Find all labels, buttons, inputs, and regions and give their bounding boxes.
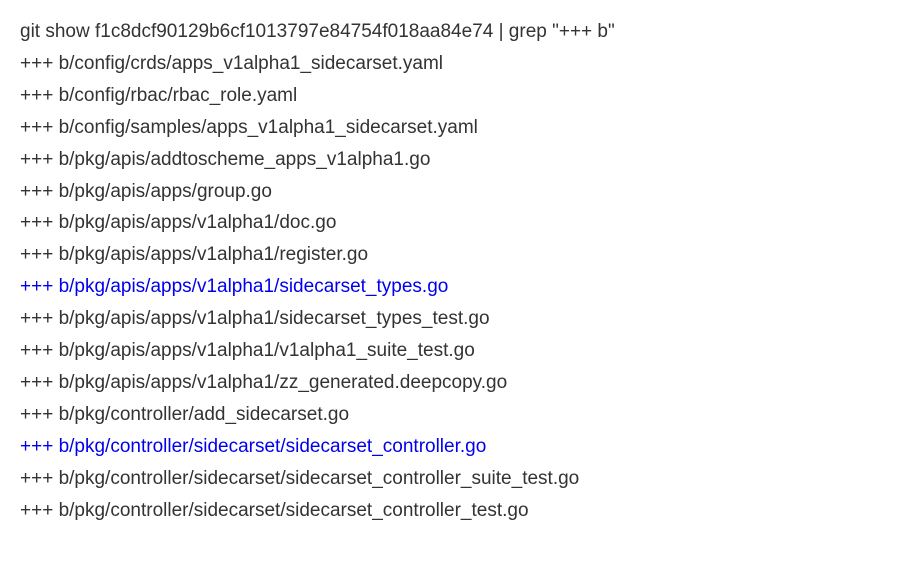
- output-line: +++ b/config/samples/apps_v1alpha1_sidec…: [20, 112, 883, 144]
- output-line: +++ b/pkg/apis/apps/group.go: [20, 176, 883, 208]
- output-line: +++ b/pkg/controller/add_sidecarset.go: [20, 399, 883, 431]
- output-line: +++ b/pkg/controller/sidecarset/sidecars…: [20, 463, 883, 495]
- output-line: +++ b/config/crds/apps_v1alpha1_sidecars…: [20, 48, 883, 80]
- output-line: +++ b/pkg/apis/apps/v1alpha1/v1alpha1_su…: [20, 335, 883, 367]
- output-line: +++ b/pkg/controller/sidecarset/sidecars…: [20, 431, 883, 463]
- output-line: +++ b/pkg/apis/apps/v1alpha1/sidecarset_…: [20, 303, 883, 335]
- output-line: +++ b/pkg/controller/sidecarset/sidecars…: [20, 495, 883, 527]
- output-lines: +++ b/config/crds/apps_v1alpha1_sidecars…: [20, 48, 883, 527]
- output-line: +++ b/pkg/apis/apps/v1alpha1/register.go: [20, 239, 883, 271]
- output-line: +++ b/pkg/apis/apps/v1alpha1/doc.go: [20, 207, 883, 239]
- output-line: +++ b/pkg/apis/addtoscheme_apps_v1alpha1…: [20, 144, 883, 176]
- output-line: +++ b/config/rbac/rbac_role.yaml: [20, 80, 883, 112]
- output-line: +++ b/pkg/apis/apps/v1alpha1/zz_generate…: [20, 367, 883, 399]
- command-line: git show f1c8dcf90129b6cf1013797e84754f0…: [20, 16, 883, 48]
- output-line: +++ b/pkg/apis/apps/v1alpha1/sidecarset_…: [20, 271, 883, 303]
